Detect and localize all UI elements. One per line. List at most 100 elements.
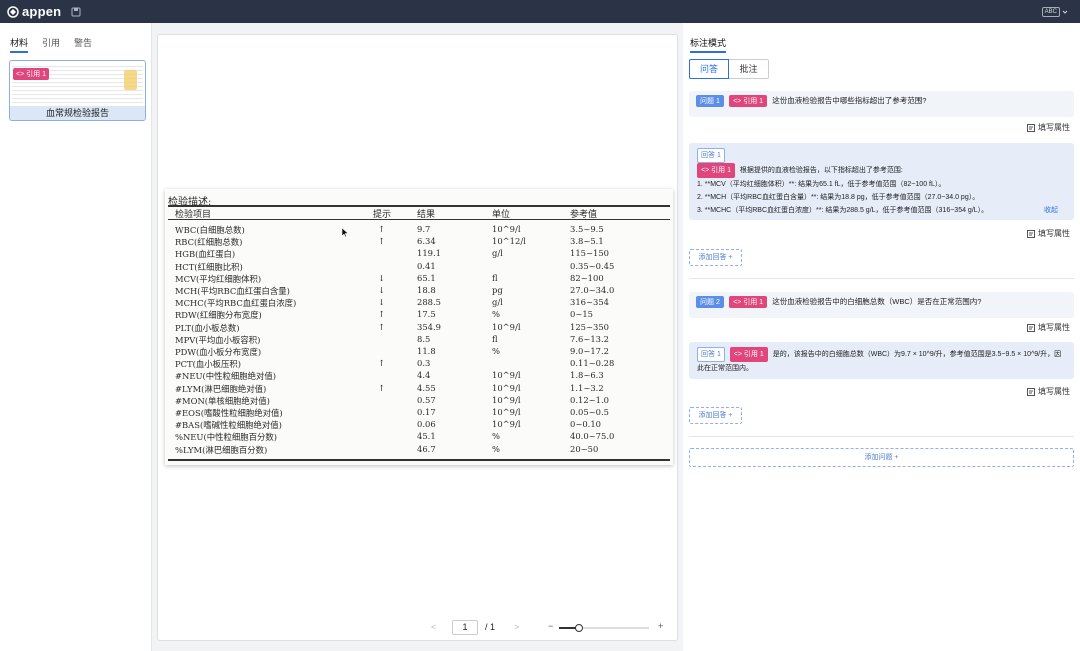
document-viewer: 检验描述: 检验项目 提示 结果 单位 参考值 WBC(白细胞总数) ↑ 9.7 10… <box>157 34 678 641</box>
report-rule-bottom <box>168 459 670 461</box>
row-reference: 1.1~3.2 <box>570 382 604 393</box>
row-reference: 3.8~5.1 <box>570 236 604 247</box>
row-item: %NEU(中性粒细胞百分数) <box>175 432 277 443</box>
app-name: appen <box>22 4 62 19</box>
row-item: MCV(平均红细胞体积) <box>175 273 262 284</box>
page-input[interactable]: 1 <box>452 620 478 635</box>
row-reference: 20~50 <box>570 443 599 454</box>
zoom-out-button[interactable]: − <box>548 621 553 631</box>
zoom-slider[interactable] <box>559 624 649 632</box>
answer-card-1[interactable]: 回答 1 <> 引用 1 根据提供的血液检验报告，以下指标超出了参考范围: 1.… <box>689 143 1074 220</box>
fill-props-button[interactable]: 填写属性 <box>1027 122 1070 133</box>
row-unit: g/l <box>492 248 503 259</box>
row-reference: 7.6~13.2 <box>570 333 609 344</box>
row-result: 0.17 <box>417 407 436 417</box>
table-row: #LYM(淋巴细胞绝对值) ↑ 4.55 10^9/l 1.1~3.2 <box>165 383 673 395</box>
add-answer-button[interactable]: 添加回答 + <box>689 407 742 424</box>
table-row: %LYM(淋巴细胞百分数) 46.7% 20~50 <box>165 444 673 456</box>
edit-props-icon <box>1027 123 1035 132</box>
table-row: #NEU(中性粒细胞绝对值) 4.4 10^9/l 1.8~6.3 <box>165 370 673 382</box>
question-ref-tag[interactable]: <> 引用 1 <box>729 95 768 107</box>
row-unit: % <box>492 443 500 454</box>
row-result: 46.7 <box>417 443 436 454</box>
tab-material[interactable]: 材料 <box>10 36 29 53</box>
keyboard-indicator[interactable]: ABC <box>1041 7 1068 17</box>
question-tag: 问题 2 <box>696 296 724 308</box>
thumbnail-highlight <box>124 70 137 90</box>
table-row: MCH(平均RBC血红蛋白含量) ↓ 18.8 pg 27.0~34.0 <box>165 285 673 297</box>
answer-ref-tag[interactable]: <> 引用 1 <box>729 347 768 362</box>
row-reference: 0.12~1.0 <box>570 394 609 405</box>
edit-props-icon <box>1027 387 1035 396</box>
row-reference: 40.0~75.0 <box>570 431 615 442</box>
next-page-button[interactable]: > <box>514 622 519 632</box>
table-row: #BAS(嗜碱性粒细胞绝对值) 0.06 10^9/l 0~0.10 <box>165 419 673 431</box>
row-item: #NEU(中性粒细胞绝对值) <box>175 371 277 382</box>
row-item: WBC(白细胞总数) <box>175 225 245 235</box>
row-reference: 0.11~0.28 <box>570 358 615 369</box>
row-result: 0.41 <box>417 260 436 271</box>
table-row: %NEU(中性粒细胞百分数) 45.1% 40.0~75.0 <box>165 431 673 443</box>
question-card-1[interactable]: 问题 1 <> 引用 1 这份血液检验报告中哪些指标超出了参考范围? <box>689 91 1074 117</box>
answer-card-2[interactable]: 回答 1 <> 引用 1 是的，该报告中的白细胞总数（WBC）为9.7 × 10… <box>689 342 1074 379</box>
row-reference: 0~0.10 <box>570 419 601 430</box>
question-card-2[interactable]: 问题 2 <> 引用 1 这份血液检验报告中的白细胞总数（WBC）是否在正常范围… <box>689 292 1074 318</box>
fill-props-button[interactable]: 填写属性 <box>1027 322 1070 333</box>
fill-props-button[interactable]: 填写属性 <box>1027 386 1070 397</box>
row-result: 0.06 <box>417 419 436 430</box>
fill-props-button[interactable]: 填写属性 <box>1027 228 1070 239</box>
save-icon[interactable] <box>71 7 81 17</box>
row-unit: pg <box>492 285 503 295</box>
material-tabs: 材料 引用 警告 <box>0 23 151 53</box>
question-text: 这份血液检验报告中的白细胞总数（WBC）是否在正常范围内? <box>772 297 982 306</box>
mode-qa-button[interactable]: 问答 <box>689 59 729 79</box>
table-row: PDW(血小板分布宽度) 11.8% 9.0~17.2 <box>165 346 673 358</box>
row-hint: ↑ <box>378 382 386 393</box>
table-row: HCT(红细胞比积) 0.41 0.35~0.45 <box>165 261 673 273</box>
row-hint: ↓ <box>378 272 386 283</box>
answer-ref-tag[interactable]: <> 引用 1 <box>697 163 735 178</box>
table-row: #EOS(嗜酸性粒细胞绝对值) 0.17 10^9/l 0.05~0.5 <box>165 407 673 419</box>
tab-reference[interactable]: 引用 <box>42 36 60 53</box>
row-unit: 10^9/l <box>492 419 521 430</box>
mouse-cursor-icon <box>341 227 349 238</box>
answer-line-2: 2. **MCH（平均RBC血红蛋白含量）**: 结果为18.8 pg，低于参考… <box>697 194 980 201</box>
page-total: / 1 <box>485 622 496 632</box>
row-reference: 82~100 <box>570 272 604 283</box>
answer-intro: 根据提供的血液检验报告，以下指标超出了参考范围: <box>739 167 903 174</box>
row-unit: fl <box>492 272 498 283</box>
row-unit: 10^9/l <box>492 407 521 417</box>
row-result: 119.1 <box>417 248 441 259</box>
zoom-slider-knob[interactable] <box>574 624 583 632</box>
table-row: #MON(单核细胞绝对值) 0.57 10^9/l 0.12~1.0 <box>165 395 673 407</box>
appen-logo-icon <box>7 5 19 18</box>
row-reference: 9.0~17.2 <box>570 346 609 356</box>
add-question-button[interactable]: 添加问题 + <box>689 448 1074 467</box>
row-unit: % <box>492 309 500 320</box>
keyboard-badge: ABC <box>1041 7 1060 17</box>
answer-tag: 回答 1 <box>697 347 725 362</box>
table-row: PLT(血小板总数) ↑ 354.9 10^9/l 125~350 <box>165 322 673 334</box>
question-ref-tag[interactable]: <> 引用 1 <box>729 296 768 308</box>
row-hint: ↓ <box>378 285 386 295</box>
row-result: 4.55 <box>417 382 436 393</box>
report-rule-header <box>168 219 670 220</box>
document-thumbnail[interactable]: <> 引用 1 血常规检验报告 <box>9 60 146 121</box>
edit-props-icon <box>1027 229 1035 238</box>
row-item: %LYM(淋巴细胞百分数) <box>175 444 268 455</box>
zoom-in-button[interactable]: + <box>658 621 663 631</box>
row-reference: 27.0~34.0 <box>570 285 615 295</box>
row-item: PCT(血小板压积) <box>175 359 242 370</box>
row-reference: 125~350 <box>570 321 609 332</box>
table-row: HGB(血红蛋白) 119.1 g/l 115~150 <box>165 248 673 260</box>
row-reference: 0.35~0.45 <box>570 260 615 271</box>
collapse-link[interactable]: 收起 <box>1044 204 1058 217</box>
add-answer-button[interactable]: 添加回答 + <box>689 249 742 266</box>
top-bar: appen ABC <box>0 0 1080 23</box>
row-hint: ↑ <box>378 321 386 332</box>
prev-page-button[interactable]: < <box>431 622 436 632</box>
mode-annotate-button[interactable]: 批注 <box>729 59 769 79</box>
question-tag: 问题 1 <box>696 95 724 107</box>
tab-warning[interactable]: 警告 <box>74 36 92 53</box>
annotation-panel: 标注模式 问答 批注 问题 1 <> 引用 1 这份血液检验报告中哪些指标超出了… <box>683 23 1080 651</box>
